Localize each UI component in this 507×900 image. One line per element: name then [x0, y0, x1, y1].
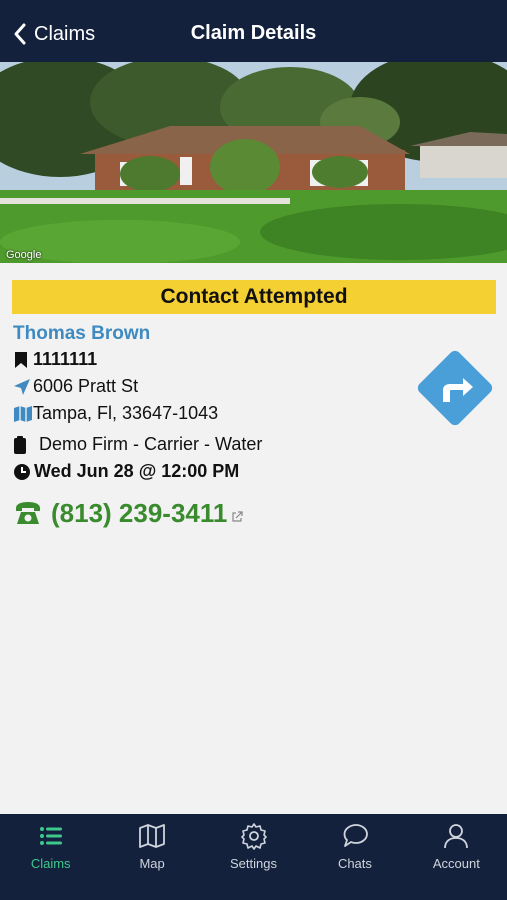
tab-settings[interactable]: Settings — [203, 814, 304, 900]
list-icon — [39, 827, 62, 845]
directions-button[interactable] — [413, 346, 497, 430]
user-icon — [444, 824, 469, 849]
tab-account-label: Account — [432, 856, 480, 871]
firm-name: Demo Firm - Carrier - Water — [39, 434, 263, 454]
claim-number-row: 1111111 — [13, 346, 413, 373]
tab-chats[interactable]: Chats — [304, 814, 405, 900]
tab-claims[interactable]: Claims — [0, 814, 101, 900]
clipboard-icon — [13, 435, 35, 455]
appointment-row: Wed Jun 28 @ 12:00 PM — [13, 458, 413, 485]
appointment-time: Wed Jun 28 @ 12:00 PM — [34, 461, 240, 481]
map-icon — [139, 824, 166, 848]
insured-name-link[interactable]: Thomas Brown — [13, 322, 413, 346]
city-row: Tampa, Fl, 33647-1043 — [13, 400, 413, 427]
top-nav-bar: Claims Claim Details — [0, 0, 507, 62]
bookmark-icon — [13, 351, 35, 369]
phone-number: (813) 239-3411 — [51, 497, 228, 528]
tab-claims-label: Claims — [30, 856, 71, 871]
tab-settings-label: Settings — [230, 856, 277, 871]
location-arrow-icon — [13, 378, 35, 396]
phone-icon — [16, 502, 40, 524]
firm-row: Demo Firm - Carrier - Water — [13, 431, 413, 458]
tab-map[interactable]: Map — [101, 814, 202, 900]
tab-account[interactable]: Account — [406, 814, 507, 900]
page-title: Claim Details — [190, 22, 317, 44]
gear-icon — [240, 823, 267, 850]
tab-map-label: Map — [139, 856, 165, 871]
claim-number: 1111111 — [33, 349, 98, 369]
street-row: 6006 Pratt St — [13, 373, 413, 400]
status-banner: Contact Attempted — [12, 280, 496, 314]
phone-link[interactable]: (813) 239-3411 — [13, 495, 413, 531]
clock-icon — [13, 463, 35, 481]
external-link-icon — [232, 511, 243, 522]
claim-details: Thomas Brown 1111111 6006 Pratt St Tampa… — [13, 322, 413, 531]
directions-icon — [417, 350, 493, 426]
property-image — [0, 62, 507, 263]
bottom-tab-bar: Claims Map Settings Chats Account — [0, 814, 507, 900]
property-photo: Google — [0, 62, 507, 263]
city-state-zip: Tampa, Fl, 33647-1043 — [33, 403, 219, 423]
street-address: 6006 Pratt St — [33, 376, 139, 396]
chat-bubble-icon — [343, 824, 368, 847]
map-icon — [13, 405, 35, 423]
google-watermark: Google — [6, 249, 42, 261]
tab-chats-label: Chats — [337, 856, 372, 871]
